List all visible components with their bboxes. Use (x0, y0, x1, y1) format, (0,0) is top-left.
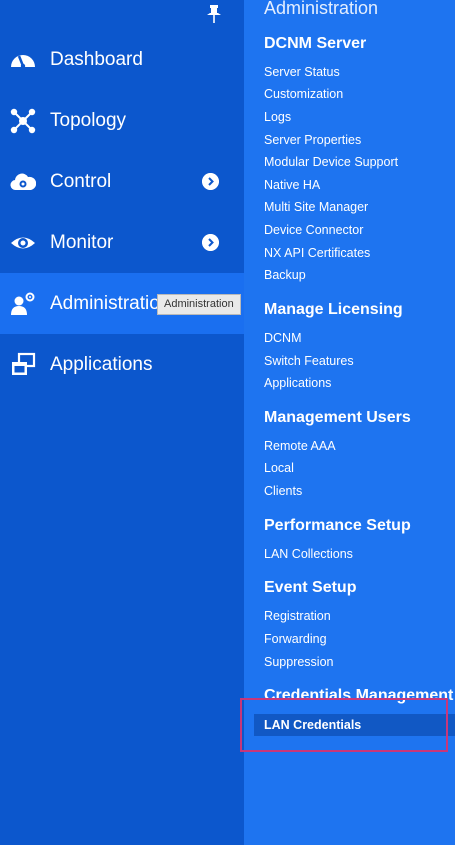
section-manage-licensing: Manage Licensing (264, 301, 403, 318)
link-local[interactable]: Local (264, 461, 294, 475)
administration-icon (11, 292, 35, 315)
link-native-ha[interactable]: Native HA (264, 178, 320, 192)
control-icon (10, 173, 36, 190)
section-event-setup: Event Setup (264, 579, 357, 596)
applications-icon (12, 352, 36, 375)
link-nx-api-certificates[interactable]: NX API Certificates (264, 246, 370, 260)
link-clients[interactable]: Clients (264, 484, 302, 498)
nav-label-topology: Topology (50, 109, 127, 131)
section-management-users: Management Users (264, 409, 411, 426)
selection-highlight-box (240, 698, 448, 752)
nav-item-control[interactable]: Control (0, 151, 244, 212)
nav-item-topology[interactable]: Topology (0, 90, 244, 151)
link-lan-collections[interactable]: LAN Collections (264, 547, 353, 561)
nav-item-dashboard[interactable]: Dashboard (0, 29, 244, 90)
monitor-icon (11, 237, 35, 248)
dashboard-icon (11, 54, 35, 68)
link-suppression[interactable]: Suppression (264, 655, 334, 669)
link-dcnm[interactable]: DCNM (264, 331, 302, 345)
nav-item-monitor[interactable]: Monitor (0, 212, 244, 273)
link-applications[interactable]: Applications (264, 376, 331, 390)
nav-label-dashboard: Dashboard (50, 48, 143, 70)
link-remote-aaa[interactable]: Remote AAA (264, 439, 336, 453)
administration-tooltip: Administration (157, 294, 241, 315)
nav-label-monitor: Monitor (50, 231, 114, 253)
pin-icon[interactable] (205, 4, 223, 24)
link-server-status[interactable]: Server Status (264, 65, 340, 79)
link-forwarding[interactable]: Forwarding (264, 632, 327, 646)
link-customization[interactable]: Customization (264, 87, 343, 101)
nav-label-control: Control (50, 170, 112, 192)
link-server-properties[interactable]: Server Properties (264, 133, 361, 147)
topology-icon (10, 108, 36, 133)
link-multi-site-manager[interactable]: Multi Site Manager (264, 200, 368, 214)
submenu-title: Administration (264, 0, 379, 18)
section-performance-setup: Performance Setup (264, 517, 411, 534)
chevron-right-icon[interactable] (202, 234, 219, 251)
left-nav: Dashboard Topology Control Monitor Admin… (0, 0, 244, 845)
link-logs[interactable]: Logs (264, 110, 291, 124)
section-dcnm-server: DCNM Server (264, 35, 367, 52)
link-registration[interactable]: Registration (264, 609, 331, 623)
link-device-connector[interactable]: Device Connector (264, 223, 363, 237)
chevron-right-icon[interactable] (202, 173, 219, 190)
link-backup[interactable]: Backup (264, 268, 306, 282)
nav-item-applications[interactable]: Applications (0, 334, 244, 395)
nav-label-administration: Administration (50, 292, 171, 314)
nav-label-applications: Applications (50, 353, 153, 375)
link-modular-device-support[interactable]: Modular Device Support (264, 155, 398, 169)
link-switch-features[interactable]: Switch Features (264, 354, 354, 368)
